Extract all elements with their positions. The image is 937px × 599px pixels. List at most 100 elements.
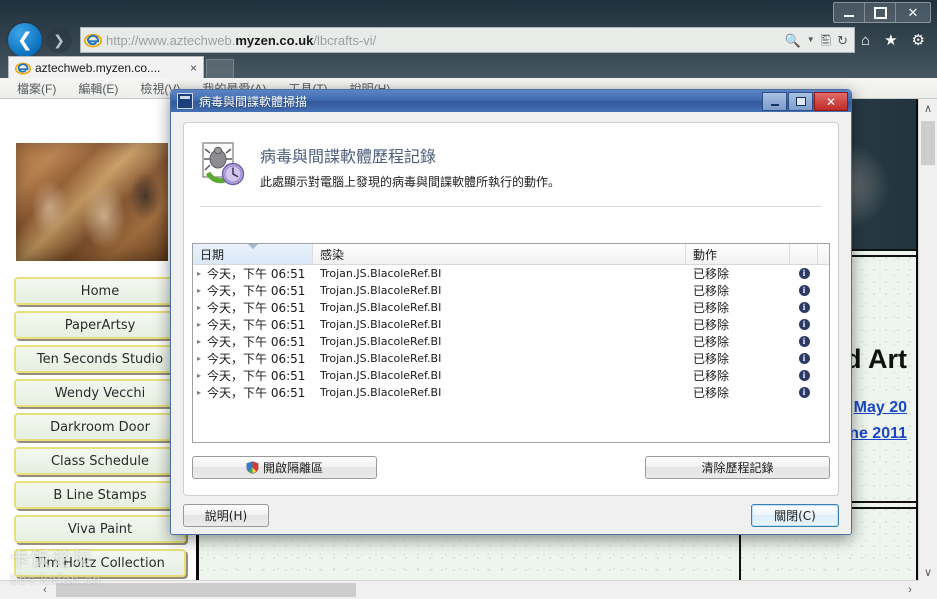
- browser-tab-strip: aztechweb.myzen.co.... ×: [0, 56, 937, 80]
- dialog-titlebar[interactable]: 病毒與間諜軟體掃描 ✕: [171, 90, 851, 113]
- back-button[interactable]: ❮: [8, 23, 42, 57]
- dialog-minimize-button[interactable]: [762, 92, 787, 111]
- tab-close-icon[interactable]: ×: [186, 61, 197, 75]
- cell-date-text: 今天，下午 06:51: [207, 284, 306, 298]
- minimize-icon: [844, 14, 854, 17]
- nav-button-home[interactable]: Home: [14, 277, 186, 305]
- table-row[interactable]: ▸ 今天，下午 06:51 Trojan.JS.BlacoleRef.BI 已移除…: [193, 316, 829, 333]
- vertical-scroll-thumb[interactable]: [921, 121, 935, 165]
- scroll-up-icon[interactable]: ∧: [919, 99, 937, 117]
- nav-button-b-line-stamps[interactable]: B Line Stamps: [14, 481, 186, 509]
- table-row[interactable]: ▸ 今天，下午 06:51 Trojan.JS.BlacoleRef.BI 已移除…: [193, 333, 829, 350]
- history-table[interactable]: 日期 感染 動作 ▸ 今天，下午 06:51 Trojan.JS.Blacole…: [192, 243, 830, 443]
- cell-info[interactable]: i: [790, 302, 818, 313]
- help-button[interactable]: 說明(H): [183, 503, 269, 527]
- open-quarantine-button[interactable]: 開啟隔離區: [192, 456, 377, 479]
- cell-infection: Trojan.JS.BlacoleRef.BI: [320, 284, 442, 297]
- info-icon[interactable]: i: [798, 336, 810, 347]
- close-dialog-label: 關閉(C): [774, 508, 816, 523]
- table-row[interactable]: ▸ 今天，下午 06:51 Trojan.JS.BlacoleRef.BI 已移除…: [193, 265, 829, 282]
- nav-button-paperartsy[interactable]: PaperArtsy: [14, 311, 186, 339]
- cell-date-text: 今天，下午 06:51: [207, 335, 306, 349]
- page-horizontal-scrollbar[interactable]: ‹ ›: [0, 580, 919, 599]
- table-row[interactable]: ▸ 今天，下午 06:51 Trojan.JS.BlacoleRef.BI 已移除…: [193, 282, 829, 299]
- site-link-june[interactable]: ne 2011: [849, 425, 907, 443]
- nav-button-darkroom-door[interactable]: Darkroom Door: [14, 413, 186, 441]
- minimize-icon: [770, 103, 779, 106]
- menu-item-file[interactable]: 檔案(F): [6, 80, 67, 97]
- browser-minimize-button[interactable]: [834, 3, 865, 22]
- column-header-infection-label: 感染: [320, 247, 345, 262]
- nav-button-viva-paint[interactable]: Viva Paint: [14, 515, 186, 543]
- compatibility-view-icon[interactable]: 🖺: [821, 34, 831, 47]
- browser-tab[interactable]: aztechweb.myzen.co.... ×: [8, 56, 204, 78]
- site-link-may[interactable]: May 20: [854, 399, 907, 417]
- panel-title: 病毒與間諜軟體歷程記錄: [260, 147, 437, 166]
- search-icon[interactable]: 🔍: [785, 34, 801, 47]
- expander-icon[interactable]: ▸: [197, 337, 207, 346]
- forward-button[interactable]: ❯: [46, 27, 72, 53]
- column-header-infection[interactable]: 感染: [313, 244, 686, 264]
- nav-button-tim-holtz-collection[interactable]: Tim Holtz Collection: [14, 549, 186, 577]
- expander-icon[interactable]: ▸: [197, 269, 207, 278]
- expander-icon[interactable]: ▸: [197, 303, 207, 312]
- tools-gear-icon[interactable]: ⚙: [912, 33, 925, 48]
- column-header-date-label: 日期: [200, 247, 225, 262]
- browser-close-button[interactable]: ✕: [896, 3, 930, 22]
- cell-info[interactable]: i: [790, 285, 818, 296]
- cell-info[interactable]: i: [790, 268, 818, 279]
- address-host: myzen.co.uk: [235, 32, 314, 48]
- clear-history-button[interactable]: 清除歷程記錄: [645, 456, 830, 479]
- column-header-info[interactable]: [790, 244, 818, 264]
- cell-info[interactable]: i: [790, 336, 818, 347]
- home-icon[interactable]: ⌂: [861, 33, 870, 48]
- info-icon[interactable]: i: [798, 319, 810, 330]
- info-icon[interactable]: i: [798, 353, 810, 364]
- info-icon[interactable]: i: [798, 370, 810, 381]
- nav-button-ten-seconds-studio[interactable]: Ten Seconds Studio: [14, 345, 186, 373]
- browser-maximize-button[interactable]: [865, 3, 896, 22]
- nav-button-wendy-vecchi[interactable]: Wendy Vecchi: [14, 379, 186, 407]
- close-dialog-button[interactable]: 關閉(C): [751, 503, 839, 527]
- dialog-title: 病毒與間諜軟體掃描: [199, 94, 308, 109]
- menu-item-edit[interactable]: 編輯(E): [67, 80, 129, 97]
- favorites-star-icon[interactable]: ★: [884, 33, 897, 48]
- horizontal-scroll-thumb[interactable]: [56, 583, 356, 597]
- column-header-action-label: 動作: [693, 247, 718, 262]
- column-header-date[interactable]: 日期: [193, 244, 313, 264]
- table-row[interactable]: ▸ 今天，下午 06:51 Trojan.JS.BlacoleRef.BI 已移除…: [193, 299, 829, 316]
- expander-icon[interactable]: ▸: [197, 320, 207, 329]
- cell-info[interactable]: i: [790, 353, 818, 364]
- table-body: ▸ 今天，下午 06:51 Trojan.JS.BlacoleRef.BI 已移除…: [193, 265, 829, 442]
- info-icon[interactable]: i: [798, 268, 810, 279]
- table-row[interactable]: ▸ 今天，下午 06:51 Trojan.JS.BlacoleRef.BI 已移除…: [193, 350, 829, 367]
- scroll-down-icon[interactable]: ∨: [919, 563, 937, 581]
- info-icon[interactable]: i: [798, 302, 810, 313]
- expander-icon[interactable]: ▸: [197, 388, 207, 397]
- scroll-left-icon[interactable]: ‹: [36, 581, 54, 599]
- cell-date: ▸ 今天，下午 06:51: [193, 384, 313, 401]
- nav-button-class-schedule[interactable]: Class Schedule: [14, 447, 186, 475]
- info-icon[interactable]: i: [798, 387, 810, 398]
- cell-info[interactable]: i: [790, 387, 818, 398]
- refresh-icon[interactable]: ↻: [837, 34, 848, 47]
- cell-info[interactable]: i: [790, 319, 818, 330]
- dialog-close-button[interactable]: ✕: [814, 92, 848, 111]
- expander-icon[interactable]: ▸: [197, 286, 207, 295]
- column-header-action[interactable]: 動作: [686, 244, 790, 264]
- table-row[interactable]: ▸ 今天，下午 06:51 Trojan.JS.BlacoleRef.BI 已移除…: [193, 384, 829, 401]
- clear-history-label: 清除歷程記錄: [701, 461, 774, 475]
- new-tab-button[interactable]: [206, 59, 234, 80]
- expander-icon[interactable]: ▸: [197, 371, 207, 380]
- page-vertical-scrollbar[interactable]: ∧ ∨: [918, 99, 937, 581]
- address-path: /lbcrafts-vi/: [313, 32, 377, 48]
- info-icon[interactable]: i: [798, 285, 810, 296]
- dialog-maximize-button[interactable]: [788, 92, 813, 111]
- scroll-right-icon[interactable]: ›: [901, 581, 919, 599]
- table-row[interactable]: ▸ 今天，下午 06:51 Trojan.JS.BlacoleRef.BI 已移除…: [193, 367, 829, 384]
- chevron-down-icon[interactable]: ▼: [807, 36, 815, 44]
- cell-infection: Trojan.JS.BlacoleRef.BI: [320, 301, 442, 314]
- expander-icon[interactable]: ▸: [197, 354, 207, 363]
- cell-info[interactable]: i: [790, 370, 818, 381]
- address-bar[interactable]: http://www.aztechweb.myzen.co.uk/lbcraft…: [80, 27, 856, 53]
